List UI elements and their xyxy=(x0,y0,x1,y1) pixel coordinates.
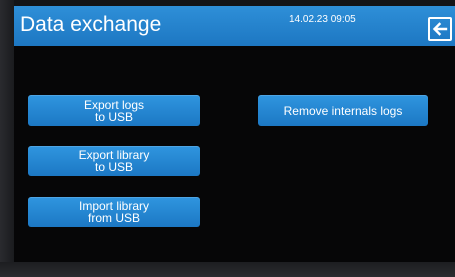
touch-screen: Data exchange 14.02.23 09:05 Export logs… xyxy=(14,6,455,262)
device-bezel-left xyxy=(0,0,14,277)
page-title: Data exchange xyxy=(20,13,162,36)
export-logs-button[interactable]: Export logs to USB xyxy=(28,95,200,126)
device-photo: Data exchange 14.02.23 09:05 Export logs… xyxy=(0,0,455,277)
import-library-label-line2: from USB xyxy=(87,211,140,225)
remove-internal-logs-label: Remove internals logs xyxy=(283,103,403,118)
back-button[interactable] xyxy=(428,17,452,41)
header-bar: Data exchange 14.02.23 09:05 xyxy=(14,6,455,46)
arrow-left-icon xyxy=(432,22,448,36)
device-bezel-bottom xyxy=(0,262,455,277)
remove-internal-logs-button[interactable]: Remove internals logs xyxy=(258,95,428,126)
datetime-display: 14.02.23 09:05 xyxy=(289,14,356,25)
export-logs-label-line2: to USB xyxy=(94,109,133,124)
export-library-button[interactable]: Export library to USB xyxy=(28,146,200,176)
export-library-label-line2: to USB xyxy=(94,160,133,174)
import-library-button[interactable]: Import library from USB xyxy=(28,197,200,227)
